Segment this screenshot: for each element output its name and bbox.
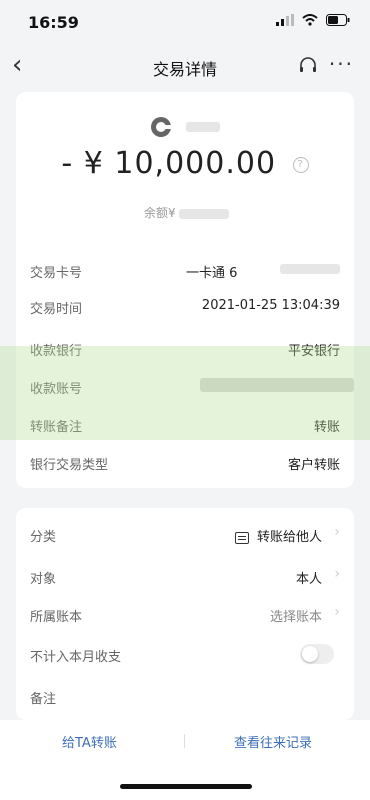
divider (184, 734, 185, 748)
status-bar: 16:59 (0, 0, 370, 44)
exclude-toggle[interactable] (300, 644, 334, 664)
note-label: 备注 (30, 692, 57, 707)
note-row[interactable]: 备注 (30, 680, 340, 712)
info-icon[interactable]: ? (292, 156, 309, 173)
signal-icon (276, 14, 294, 26)
record-settings-card: 分类 转账给他人 › 对象 本人 › 所属账本 选择账本 › 不计入本月收支 备… (16, 508, 354, 720)
toggle-knob (302, 646, 318, 662)
payee-name-blurred (185, 122, 220, 132)
balance-text: 余额¥ (144, 204, 230, 221)
amount-text: - ¥ 10,000.00 ? (16, 146, 354, 181)
detail-label: 交易卡号 (30, 266, 83, 281)
transaction-amount: - ¥ 10,000.00 (61, 146, 277, 181)
detail-value: 客户转账 (287, 458, 340, 473)
category-row[interactable]: 分类 转账给他人 › (30, 518, 340, 550)
headset-support-icon[interactable] (298, 56, 318, 80)
wifi-icon (302, 14, 318, 26)
detail-row-type: 银行交易类型 客户转账 (30, 446, 340, 478)
target-value: 本人 (295, 572, 322, 587)
transfer-icon (234, 531, 249, 544)
detail-row-card-number: 交易卡号 一卡通 6 (30, 254, 340, 286)
exclude-row: 不计入本月收支 (30, 638, 340, 670)
payee-avatar-icon (151, 117, 172, 137)
chevron-right-icon: › (334, 524, 340, 540)
detail-row-time: 交易时间 2021-01-25 13:04:39 (30, 290, 340, 322)
battery-icon (326, 14, 350, 26)
nav-bar: ‹ 交易详情 ··· (0, 44, 370, 88)
target-row[interactable]: 对象 本人 › (30, 560, 340, 592)
detail-label: 交易时间 (30, 302, 83, 317)
detail-label: 银行交易类型 (30, 458, 109, 473)
chevron-right-icon: › (334, 566, 340, 582)
target-label: 对象 (30, 572, 57, 587)
ledger-label: 所属账本 (30, 610, 83, 625)
status-icons (276, 14, 350, 26)
balance-label: 余额¥ (144, 206, 176, 220)
ledger-row[interactable]: 所属账本 选择账本 › (30, 598, 340, 630)
transfer-to-them-button[interactable]: 给TA转账 (62, 732, 117, 751)
card-number-blurred (280, 264, 340, 274)
category-value: 转账给他人 (234, 526, 322, 545)
balance-value-blurred (179, 208, 230, 219)
ledger-value: 选择账本 (269, 610, 322, 625)
home-indicator[interactable] (120, 784, 252, 789)
detail-value: 2021-01-25 13:04:39 (201, 298, 340, 313)
payee-header (16, 116, 354, 138)
chevron-right-icon: › (334, 604, 340, 620)
category-text: 转账给他人 (256, 530, 322, 545)
detail-value: 一卡通 6 (186, 266, 238, 281)
more-options-icon[interactable]: ··· (329, 52, 354, 76)
category-label: 分类 (30, 530, 57, 545)
clock: 16:59 (28, 13, 79, 32)
view-history-button[interactable]: 查看往来记录 (234, 732, 312, 751)
exclude-label: 不计入本月收支 (30, 650, 122, 665)
overlay-band (0, 346, 370, 440)
